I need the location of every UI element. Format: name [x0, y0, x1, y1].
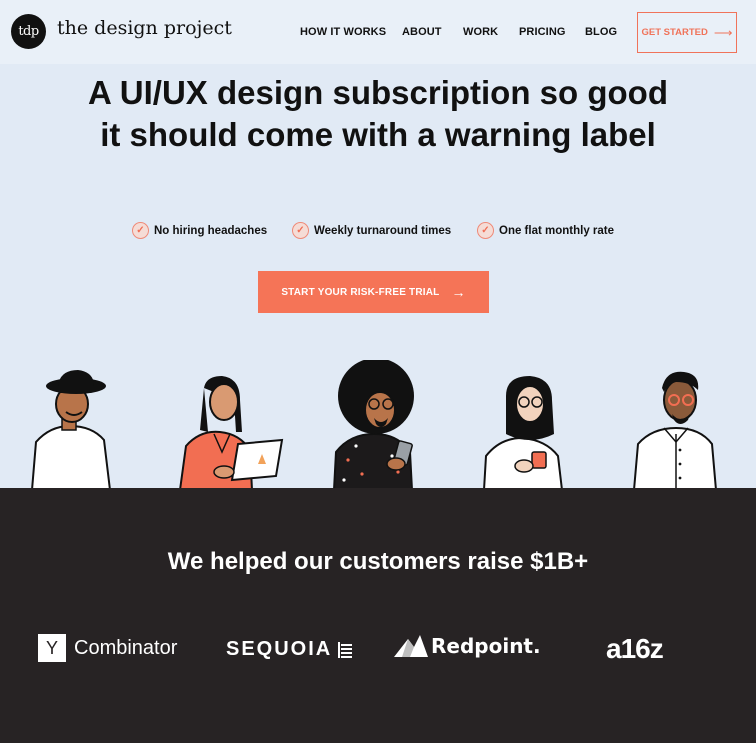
start-trial-button[interactable]: START YOUR RISK-FREE TRIAL →	[258, 271, 489, 313]
start-trial-label: START YOUR RISK-FREE TRIAL	[281, 286, 440, 298]
person-afro-illustration	[332, 360, 414, 490]
feature-no-hiring: ✓ No hiring headaches	[132, 222, 267, 239]
person-laptop-illustration	[178, 376, 284, 490]
sequoia-text: SEQUOIA	[226, 638, 333, 660]
person-hijab-illustration	[482, 376, 564, 490]
arrow-right-icon: ⟶	[713, 24, 733, 40]
feature-label: No hiring headaches	[154, 224, 268, 237]
ycombinator-box: Y	[38, 634, 66, 662]
redpoint-logo: Redpoint.	[394, 634, 541, 658]
logo-text[interactable]: the design project	[57, 17, 232, 39]
redpoint-mark-icon	[394, 635, 428, 657]
redpoint-text: Redpoint.	[431, 634, 541, 658]
feature-flat-rate: ✓ One flat monthly rate	[477, 222, 614, 239]
check-circle-icon: ✓	[477, 222, 494, 239]
sequoia-mark-icon	[338, 641, 353, 658]
get-started-label: GET STARTED	[641, 27, 708, 38]
nav-link-how-it-works[interactable]: HOW IT WORKS	[300, 26, 386, 38]
ycombinator-text: Combinator	[74, 636, 178, 659]
ycombinator-logo: Y Combinator	[38, 634, 177, 662]
nav-link-about[interactable]: ABOUT	[402, 26, 442, 38]
logo-badge[interactable]: tdp	[11, 14, 46, 49]
arrow-right-icon: →	[451, 284, 466, 300]
sequoia-logo: SEQUOIA	[226, 638, 353, 661]
check-circle-icon: ✓	[292, 222, 309, 239]
nav-link-pricing[interactable]: PRICING	[519, 26, 566, 38]
top-navigation: tdp the design project HOW IT WORKS ABOU…	[0, 0, 756, 64]
feature-weekly-turnaround: ✓ Weekly turnaround times	[292, 222, 451, 239]
hero-headline: A UI/UX design subscription so good it s…	[88, 74, 668, 153]
get-started-button[interactable]: GET STARTED ⟶	[637, 12, 737, 53]
investors-section	[0, 488, 756, 743]
feature-label: One flat monthly rate	[499, 224, 615, 237]
investors-title: We helped our customers raise $1B+	[167, 548, 589, 575]
a16z-logo: a16z	[606, 633, 664, 664]
feature-label: Weekly turnaround times	[314, 224, 452, 237]
nav-link-blog[interactable]: BLOG	[585, 26, 617, 38]
nav-link-work[interactable]: WORK	[463, 26, 498, 38]
check-circle-icon: ✓	[132, 222, 149, 239]
person-shirt-illustration	[632, 371, 718, 490]
people-illustration	[30, 360, 718, 490]
person-hat-illustration	[30, 370, 112, 490]
